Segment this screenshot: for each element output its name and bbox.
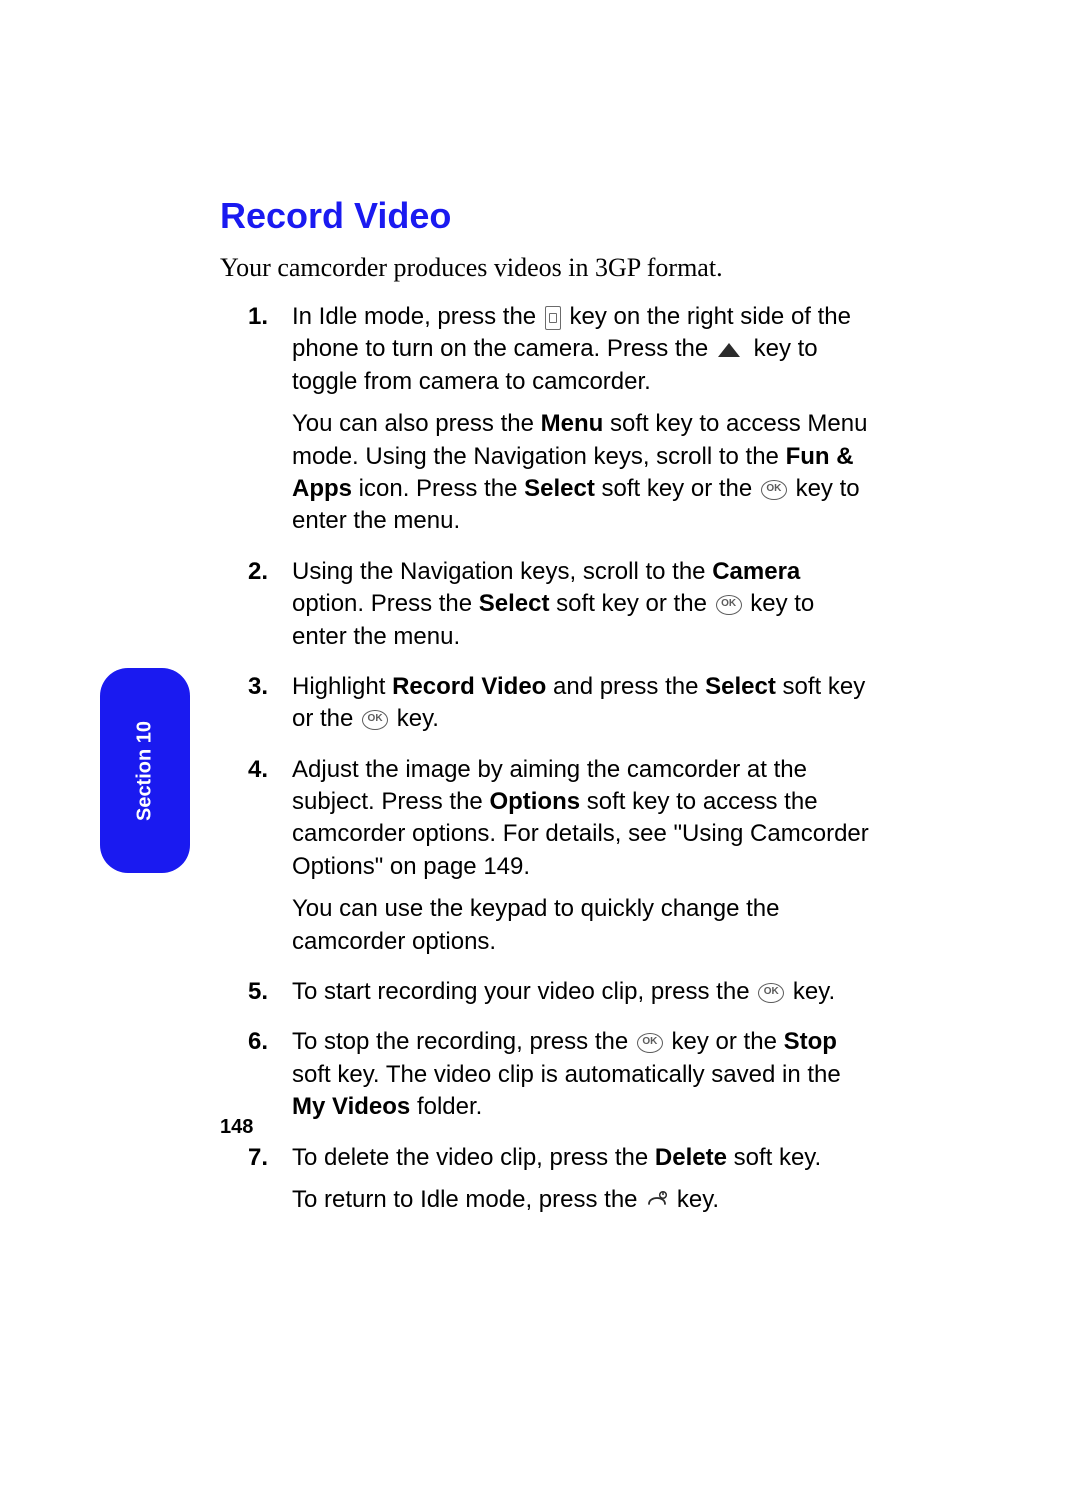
camera-key-icon (545, 306, 561, 330)
text: key. (677, 1186, 719, 1213)
camera-option-label: Camera (712, 558, 800, 585)
text: soft key. (734, 1144, 822, 1171)
text: option. Press the (292, 590, 479, 617)
steps-list: In Idle mode, press the key on the right… (220, 301, 870, 1216)
ok-key-icon: OK (758, 983, 784, 1003)
section-tab-label: Section 10 (134, 720, 157, 820)
page-content: Record Video Your camcorder produces vid… (220, 195, 870, 1234)
text: You can use the keypad to quickly change… (292, 893, 870, 958)
menu-softkey-label: Menu (541, 410, 604, 437)
text: key. (397, 705, 439, 732)
text: soft key or the (556, 590, 713, 617)
text: and press the (553, 673, 705, 700)
text: soft key or the (601, 475, 758, 502)
step-5: To start recording your video clip, pres… (292, 976, 870, 1008)
select-softkey-label: Select (705, 673, 776, 700)
select-softkey-label: Select (479, 590, 550, 617)
text: In Idle mode, press the (292, 303, 543, 330)
text: folder. (417, 1093, 482, 1120)
step-4: Adjust the image by aiming the camcorder… (292, 754, 870, 958)
text: To return to Idle mode, press the (292, 1186, 644, 1213)
text: To start recording your video clip, pres… (292, 978, 756, 1005)
record-video-label: Record Video (392, 673, 546, 700)
up-key-icon (717, 342, 741, 358)
ok-key-icon: OK (637, 1033, 663, 1053)
select-softkey-label: Select (524, 475, 595, 502)
text: key or the (672, 1028, 784, 1055)
step-7: To delete the video clip, press the Dele… (292, 1142, 870, 1217)
ok-key-icon: OK (716, 595, 742, 615)
text: To delete the video clip, press the (292, 1144, 655, 1171)
text: You can also press the (292, 410, 541, 437)
step-2: Using the Navigation keys, scroll to the… (292, 556, 870, 653)
section-tab: Section 10 (100, 668, 190, 873)
text: key. (793, 978, 835, 1005)
text: Using the Navigation keys, scroll to the (292, 558, 712, 585)
text: soft key. The video clip is automaticall… (292, 1061, 841, 1088)
step-3: Highlight Record Video and press the Sel… (292, 671, 870, 736)
ok-key-icon: OK (362, 710, 388, 730)
step-6: To stop the recording, press the OK key … (292, 1026, 870, 1123)
end-key-icon (646, 1190, 668, 1210)
stop-softkey-label: Stop (784, 1028, 837, 1055)
step-1: In Idle mode, press the key on the right… (292, 301, 870, 538)
intro-text: Your camcorder produces videos in 3GP fo… (220, 253, 870, 283)
text: icon. Press the (359, 475, 524, 502)
text: Highlight (292, 673, 392, 700)
delete-softkey-label: Delete (655, 1144, 727, 1171)
text: To stop the recording, press the (292, 1028, 635, 1055)
options-softkey-label: Options (489, 788, 580, 815)
manual-page: Section 10 Record Video Your camcorder p… (0, 0, 1080, 1492)
page-number: 148 (220, 1116, 253, 1139)
ok-key-icon: OK (761, 480, 787, 500)
page-title: Record Video (220, 195, 870, 237)
my-videos-label: My Videos (292, 1093, 410, 1120)
